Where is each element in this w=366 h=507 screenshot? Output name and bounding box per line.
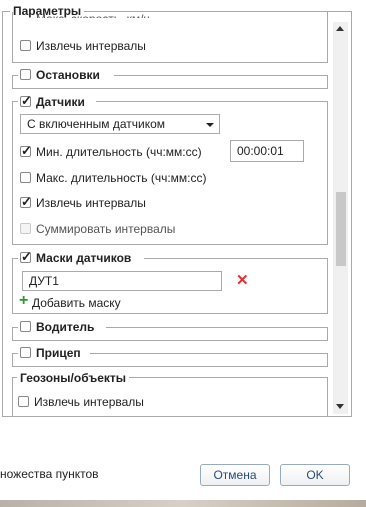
sensor-masks-label: Маски датчиков — [36, 251, 132, 265]
sensors-checkbox[interactable] — [20, 93, 32, 109]
driver-checkbox[interactable] — [20, 321, 31, 332]
sum-intervals-checkbox[interactable] — [20, 223, 31, 234]
sensors-extract-intervals-checkbox[interactable] — [20, 194, 32, 210]
stops-label: Остановки — [36, 68, 100, 82]
map-background-strip — [0, 500, 366, 507]
extract-intervals-label: Извлечь интервалы — [36, 39, 146, 53]
sensor-mode-select[interactable]: С включенным датчиком — [20, 114, 220, 134]
driver-label: Водитель — [36, 320, 95, 334]
chevron-down-icon[interactable] — [206, 123, 214, 127]
sensor-masks-checkbox[interactable] — [20, 249, 32, 265]
sensor-mask-input[interactable]: ДУТ1 — [22, 271, 222, 291]
plus-icon[interactable]: + — [19, 293, 28, 309]
delete-icon[interactable]: ✕ — [236, 272, 249, 290]
stops-checkbox[interactable] — [20, 69, 31, 80]
sensors-extract-intervals-label: Извлечь интервалы — [36, 196, 146, 210]
cancel-button[interactable]: Отмена — [200, 464, 270, 486]
extract-intervals-checkbox[interactable] — [20, 40, 31, 51]
geozones-label: Геозоны/объекты — [17, 371, 130, 385]
max-duration-label: Макс. длительность (чч:мм:сс) — [36, 171, 207, 185]
sensor-mode-value: С включенным датчиком — [27, 117, 166, 131]
geozones-extract-checkbox[interactable] — [18, 396, 29, 407]
scrollbar-thumb[interactable] — [336, 192, 346, 266]
min-duration-label: Мин. длительность (чч:мм:сс) — [36, 145, 202, 159]
speed-group — [12, 12, 328, 63]
geozones-extract-label: Извлечь интервалы — [34, 395, 144, 409]
add-mask-link[interactable]: Добавить маску — [32, 296, 121, 310]
footer-text: ножества пунктов — [0, 467, 99, 481]
partial-top-label: Макс. скорость, км/ч — [36, 12, 150, 18]
min-duration-checkbox[interactable] — [20, 143, 32, 159]
trailer-label: Прицеп — [36, 346, 81, 360]
scroll-up-icon[interactable] — [336, 26, 344, 31]
ok-button[interactable]: OK — [280, 464, 350, 486]
max-duration-checkbox[interactable] — [20, 172, 31, 183]
sum-intervals-label: Суммировать интервалы — [36, 222, 176, 236]
sensors-label: Датчики — [36, 95, 85, 109]
trailer-checkbox[interactable] — [20, 347, 31, 358]
scroll-down-icon[interactable] — [336, 404, 344, 409]
min-duration-input[interactable]: 00:00:01 — [230, 140, 304, 162]
